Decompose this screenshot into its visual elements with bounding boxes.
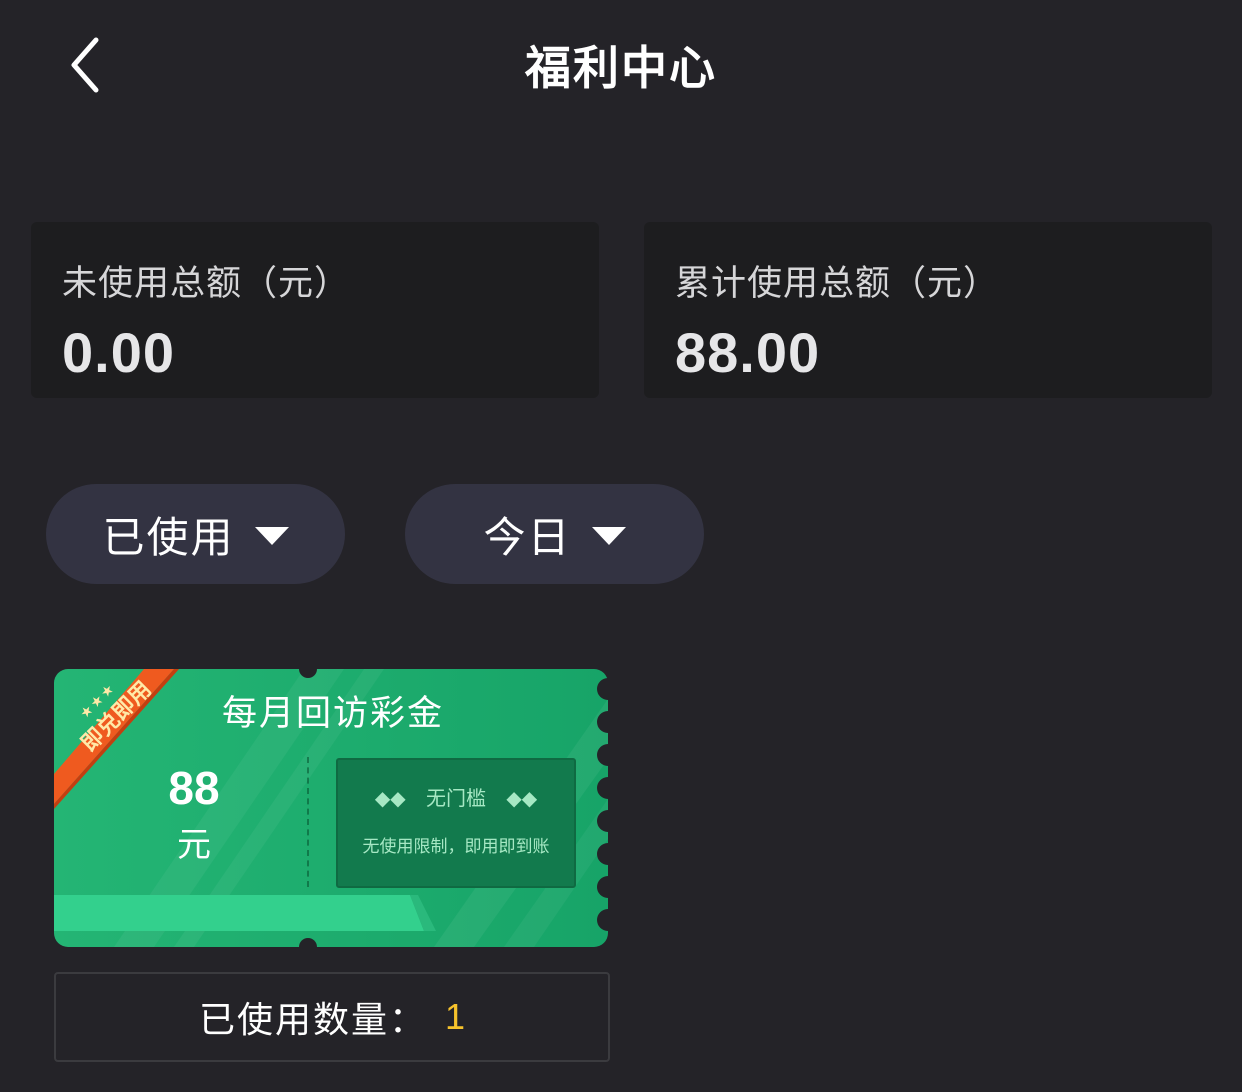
- caret-down-icon: [591, 527, 626, 545]
- status-filter-label: 已使用: [102, 512, 235, 562]
- page-title: 福利中心: [525, 41, 717, 95]
- coupon-description: 无使用限制，即用即到账: [362, 837, 550, 857]
- unused-total-label: 未使用总额（元）: [62, 264, 351, 304]
- date-filter-dropdown[interactable]: 今日: [405, 484, 704, 584]
- unused-total-value: 0.00: [62, 321, 175, 384]
- used-total-value: 88.00: [675, 321, 821, 384]
- caret-down-icon: [254, 527, 289, 545]
- coupon-divider: [307, 757, 309, 887]
- coupon-condition-box: ◆◆ 无门槛 ◆◆ 无使用限制，即用即到账: [336, 758, 576, 888]
- status-filter-dropdown[interactable]: 已使用: [46, 484, 345, 584]
- unused-total-card: 未使用总额（元） 0.00: [31, 222, 599, 398]
- diamond-icon: ◆◆: [374, 786, 406, 810]
- used-total-card: 累计使用总额（元） 88.00: [644, 222, 1212, 398]
- diamond-icon: ◆◆: [506, 786, 538, 810]
- usage-count-label: 已使用数量：: [198, 1000, 427, 1041]
- coupon-title: 每月回访彩金: [222, 694, 445, 734]
- coupon-unit: 元: [177, 825, 211, 865]
- coupon-card[interactable]: ★★★ 即兑即用 每月回访彩金 88 元 ◆◆ 无门槛 ◆◆ 无使用限制，即用即…: [54, 669, 608, 947]
- coupon-badge-label: 无门槛: [426, 786, 486, 810]
- usage-count-bar: 已使用数量： 1: [54, 972, 610, 1062]
- used-total-label: 累计使用总额（元）: [675, 264, 1000, 304]
- date-filter-label: 今日: [483, 512, 572, 562]
- usage-count-value: 1: [444, 996, 466, 1037]
- coupon-badge: ◆◆ 无门槛 ◆◆: [338, 782, 574, 811]
- coupon-amount: 88: [168, 762, 220, 814]
